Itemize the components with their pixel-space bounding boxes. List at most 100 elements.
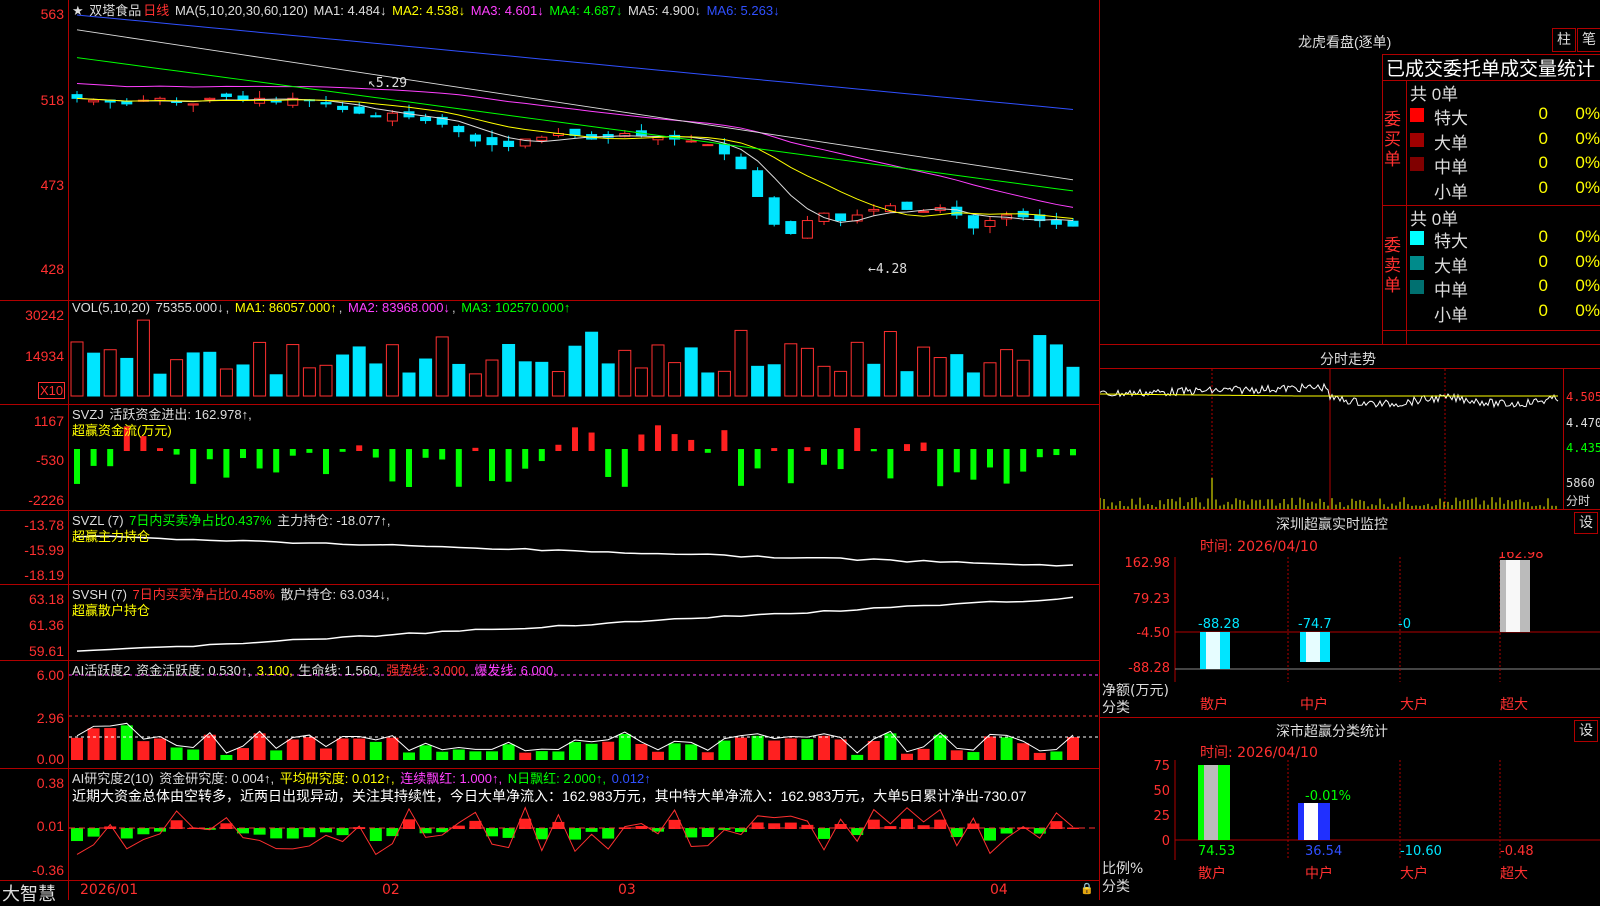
order-size-swatch: [1410, 108, 1424, 122]
candlestick: [635, 124, 647, 138]
candlestick: [835, 213, 847, 227]
lock-icon[interactable]: 🔒: [1080, 882, 1094, 895]
volume-bar: [336, 354, 350, 397]
monitor-category: 中户: [1300, 696, 1328, 713]
monitor-y-tick: 79.23: [1133, 592, 1170, 607]
activity-bar: [403, 752, 415, 760]
classify-chart: 75 50 25 0 -0.02% 74.53 散户 -0.01% 36.54 中户 -10.60 大…: [1153, 760, 1600, 882]
classify-bar-value: 74.53: [1198, 844, 1235, 859]
activity-bar: [452, 749, 465, 760]
volume-bar: [1033, 335, 1047, 397]
research-bar: [71, 828, 83, 842]
order-size-name: 大单: [1434, 256, 1468, 276]
monitor-bar-value: 162.98: [1498, 552, 1544, 562]
activity-bar: [768, 740, 781, 760]
monitor-category: 大户: [1400, 696, 1428, 713]
volume-bar: [452, 363, 466, 397]
volume-bar: [502, 343, 516, 397]
volume-bar: [468, 373, 482, 397]
volume-bar: [568, 345, 582, 397]
activity-bar: [984, 736, 996, 760]
activity-bar: [87, 728, 100, 760]
research-bar: [901, 818, 913, 829]
bar-mode-button[interactable]: 柱: [1552, 28, 1576, 52]
research-bar: [336, 828, 349, 836]
classify-bar-value: -10.60: [1400, 844, 1442, 859]
intraday-chart[interactable]: [1100, 369, 1565, 509]
fund-flow-bar: [970, 449, 977, 480]
fund-flow-bar: [721, 430, 728, 451]
order-size-name: 中单: [1434, 281, 1468, 300]
fund-flow-bar: [621, 449, 628, 487]
volume-bar: [551, 371, 565, 397]
fund-flow-bar: [987, 449, 993, 468]
ma-legend-item: MA5: 4.900↓: [627, 3, 705, 18]
classify-bar: [1298, 803, 1330, 840]
tick-mode-button[interactable]: 笔: [1577, 28, 1600, 52]
svzj-sub: 超赢资金流(万元): [72, 423, 172, 438]
candlestick: [569, 128, 581, 139]
candlestick: [436, 114, 448, 128]
y-tick-label: -2226: [28, 492, 64, 508]
candlestick: [702, 144, 714, 147]
candlestick: [1050, 212, 1062, 229]
activity-bar: [967, 752, 980, 760]
buy-orders-label: 委买单: [1384, 110, 1401, 170]
volume-bar: [966, 372, 980, 397]
order-size-name: 特大: [1434, 109, 1468, 128]
intraday-price: 4.470: [1566, 416, 1600, 430]
x-date-label: 03: [618, 882, 636, 898]
ma-legend-item: MA3: 4.601↓: [470, 3, 548, 18]
candlestick: [254, 91, 266, 107]
x-date-label: 02: [382, 882, 400, 898]
classify-y-title: 比例%: [1102, 861, 1144, 877]
activity-bar: [104, 728, 117, 760]
volume-bar: [1016, 359, 1030, 397]
candlestick: [602, 131, 614, 144]
volume-bar: [219, 368, 233, 397]
chart-area[interactable]: 563 518 473 428 30242 14934 X10 1167 -53…: [0, 0, 1100, 905]
fund-flow-bar: [837, 449, 844, 470]
analysis-comment: 近期大资金总体由空转多，近两日出现异动，关注其持续性，今日大单净流入：162.9…: [72, 788, 1027, 804]
fund-flow-bar: [555, 444, 562, 451]
research-bar: [120, 828, 133, 839]
monitor-settings-button[interactable]: 设: [1574, 512, 1598, 534]
fund-flow-bar: [240, 449, 246, 459]
classify-bar-top: -0.02%: [1198, 760, 1244, 764]
intraday-price-line: [1100, 382, 1559, 409]
volume-bar: [153, 373, 167, 397]
intraday-unit: 分时: [1566, 494, 1591, 508]
classify-settings-button[interactable]: 设: [1574, 720, 1598, 742]
activity-bar: [1067, 737, 1079, 760]
fund-flow-bar: [704, 449, 711, 453]
ma-line: [76, 97, 1074, 223]
fund-flow-bar: [157, 448, 163, 451]
research-bar: [569, 828, 581, 840]
fund-flow-bar: [920, 442, 927, 451]
order-count: 0: [1538, 276, 1548, 295]
y-tick-label: 61.36: [28, 617, 64, 633]
order-size-swatch: [1410, 132, 1424, 147]
volume-bar: [419, 358, 433, 397]
volume-bar: [402, 372, 416, 397]
y-tick-label: 0.38: [36, 775, 64, 791]
longhu-tabs[interactable]: 已成交委托单成交量统计: [1386, 54, 1595, 81]
fund-flow-bar: [821, 449, 827, 465]
fund-flow-bar: [306, 449, 313, 453]
fund-flow-bar: [655, 425, 661, 451]
classify-category: 散户: [1198, 865, 1226, 882]
candlestick: [735, 153, 747, 170]
activity-bar: [1050, 751, 1063, 760]
activity-bar: [801, 739, 814, 760]
activity-bar: [286, 739, 299, 760]
chart-canvas[interactable]: [69, 0, 1099, 880]
activity-bar: [635, 743, 648, 760]
volume-bar: [817, 365, 831, 397]
fund-flow-bar: [389, 449, 396, 482]
monitor-category: 超大: [1500, 697, 1528, 713]
activity-bar: [685, 744, 698, 760]
research-bar: [137, 828, 150, 835]
activity-bar: [934, 734, 947, 760]
research-bar: [701, 828, 714, 838]
research-bar: [87, 828, 100, 837]
